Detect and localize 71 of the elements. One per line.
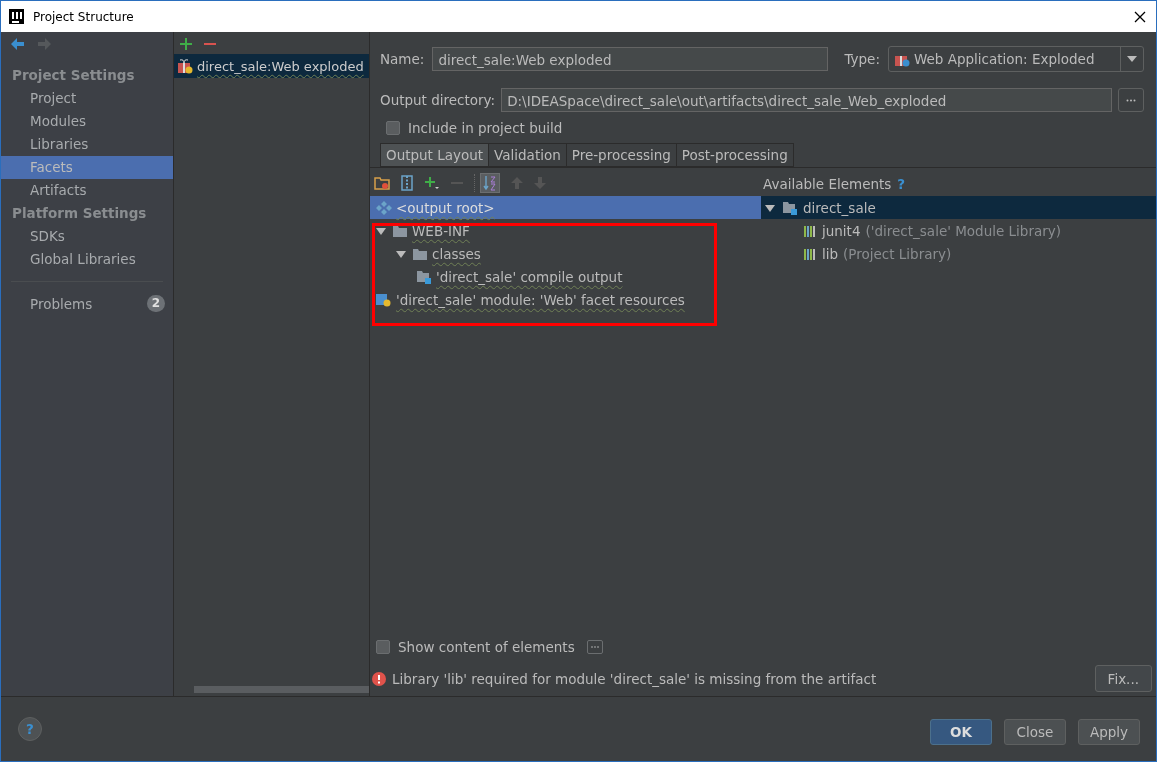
dialog-button[interactable]: Close (1004, 719, 1066, 745)
checkbox[interactable] (386, 121, 400, 135)
library-icon (803, 223, 817, 238)
sidebar-item[interactable]: Problems (30, 295, 93, 312)
tree-item[interactable]: WEB-INF (370, 219, 761, 242)
folder-icon (392, 223, 408, 238)
app-logo-icon (7, 7, 25, 26)
up-arrow-icon[interactable] (511, 177, 523, 189)
add-icon[interactable] (180, 38, 192, 50)
artifact-item[interactable]: direct_sale:Web exploded (174, 54, 369, 78)
field-label: Name: (380, 51, 425, 67)
diamonds-icon (376, 200, 392, 215)
section-heading: Project Settings (11, 66, 136, 85)
gift-box-icon (177, 58, 193, 74)
expand-arrow-icon[interactable] (376, 225, 386, 236)
checkbox[interactable] (376, 640, 390, 654)
back-arrow-icon[interactable] (11, 38, 25, 50)
tab[interactable]: Post-processing (676, 143, 794, 167)
tab[interactable]: Pre-processing (566, 143, 677, 167)
window-title: Project Structure (33, 9, 135, 24)
help-icon[interactable]: ? (897, 176, 906, 192)
sidebar-item[interactable]: Libraries (1, 133, 173, 156)
folder-icon (416, 269, 432, 284)
folder-icon (782, 200, 798, 215)
dialog-button[interactable]: OK (930, 719, 992, 745)
checkbox-label[interactable]: Include in project build (408, 120, 563, 136)
more-button[interactable] (586, 640, 603, 654)
tree-item[interactable]: classes (370, 242, 761, 265)
error-icon (372, 671, 386, 686)
new-folder-icon[interactable] (374, 176, 390, 190)
sidebar-item[interactable]: Modules (1, 110, 173, 133)
panel-title: Available Elements (763, 176, 892, 192)
sidebar-item[interactable]: SDKs (1, 225, 173, 248)
directory-field[interactable]: D:\IDEASpace\direct_sale\out\artifacts\direct_sale_Web_exploded (501, 88, 1112, 112)
close-icon[interactable] (1134, 10, 1146, 23)
sidebar-item[interactable]: Project (1, 87, 173, 110)
section-heading: Platform Settings (11, 204, 148, 223)
browse-button[interactable] (1118, 88, 1144, 112)
archive-icon[interactable] (401, 175, 413, 191)
field-label: Type: (844, 51, 880, 67)
fix-button[interactable]: Fix... (1094, 665, 1152, 692)
tree-item[interactable]: 'direct_sale' module: 'Web' facet resources (370, 288, 761, 311)
field-label: Output directory: (380, 92, 496, 108)
folder-icon (412, 246, 428, 261)
dots-icon (1126, 98, 1136, 102)
web-facet-icon (376, 292, 392, 307)
expand-arrow-icon[interactable] (765, 202, 775, 213)
name-field[interactable]: direct_sale:Web exploded (432, 47, 829, 71)
count-badge: 2 (146, 295, 165, 312)
tab[interactable]: Output Layout (380, 143, 490, 167)
tree-item[interactable]: junit4 ('direct_sale' Module Library) (761, 219, 1156, 242)
error-message: Library 'lib' required for module 'direct_sale' is missing from the artifact (392, 670, 878, 687)
sort-icon[interactable] (480, 173, 500, 193)
add-icon[interactable] (424, 176, 440, 190)
sidebar-item[interactable]: Facets (1, 156, 173, 179)
type-dropdown[interactable]: Web Application: Exploded (887, 46, 1144, 72)
checkbox-label[interactable]: Show content of elements (398, 639, 575, 655)
dropdown-arrow-icon[interactable] (1127, 56, 1137, 62)
tree-item[interactable]: 'direct_sale' compile output (370, 265, 761, 288)
tree-item[interactable]: lib (Project Library) (761, 242, 1156, 265)
tree-item[interactable]: <output root> (370, 196, 761, 219)
expand-arrow-icon[interactable] (396, 248, 406, 259)
sidebar-item[interactable]: Artifacts (1, 179, 173, 202)
dialog-button[interactable]: Apply (1078, 719, 1140, 745)
tree-item[interactable]: direct_sale (761, 196, 1156, 219)
down-arrow-icon[interactable] (534, 177, 546, 189)
sidebar-item[interactable]: Global Libraries (1, 248, 173, 271)
forward-arrow-icon[interactable] (37, 38, 51, 50)
tab[interactable]: Validation (489, 143, 567, 167)
library-icon (803, 246, 817, 261)
scrollbar-thumb[interactable] (194, 686, 369, 693)
